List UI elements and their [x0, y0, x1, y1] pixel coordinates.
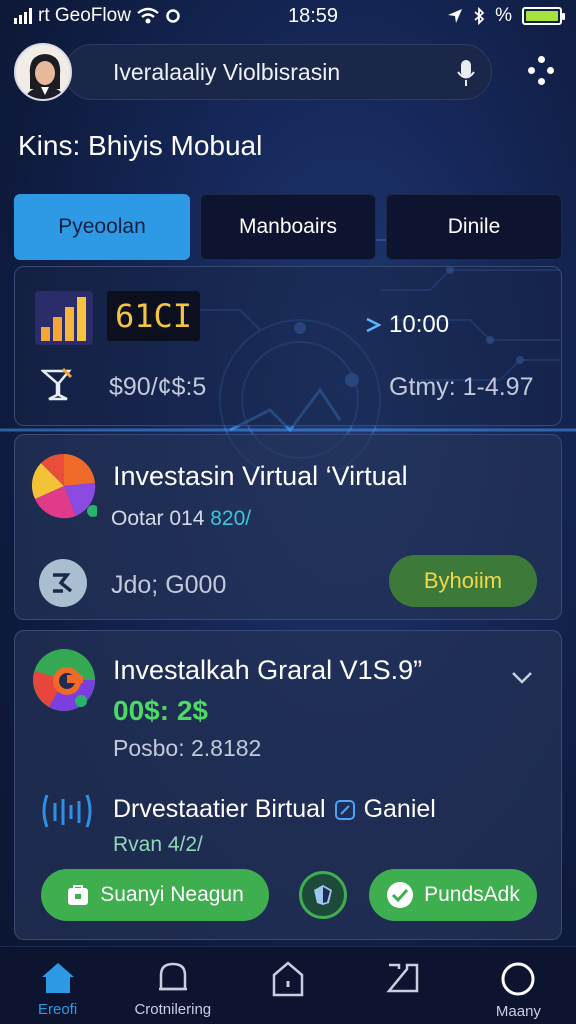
- card-amount: Jdo; G000: [111, 571, 227, 599]
- summary-card: 61CI 10:00 $90/¢$:5 Gtmy: 1-4.97: [14, 266, 562, 426]
- house-outline-icon: [272, 961, 304, 997]
- pundsadk-label: PundsAdk: [424, 883, 520, 906]
- bluetooth-icon: [474, 7, 485, 25]
- nav-item-home[interactable]: Ereofi: [0, 947, 115, 1024]
- suanyi-neagun-label: Suanyi Neagun: [100, 883, 244, 906]
- check-badge-icon: [387, 882, 414, 908]
- summary-time: 10:00: [389, 311, 450, 338]
- nav-item-money[interactable]: Maany: [461, 947, 576, 1024]
- tab-dinile[interactable]: Dinile: [386, 194, 562, 260]
- chevron-down-icon[interactable]: [511, 671, 533, 685]
- wifi-icon: [137, 7, 159, 24]
- home-icon: [41, 963, 74, 993]
- feature-title-a: Drvestaatier Birtual: [113, 795, 326, 823]
- play-icon[interactable]: [365, 317, 381, 333]
- clock: 18:59: [287, 4, 339, 27]
- summary-right-value: Gtmy: 1-4.97: [389, 373, 534, 401]
- status-bar: rt GeoFlow 18:59 %: [0, 0, 576, 32]
- tab-pyeoolan[interactable]: Pyeoolan: [14, 194, 190, 260]
- nav-label: Ereofi: [38, 1001, 78, 1018]
- more-options-icon[interactable]: [528, 56, 554, 86]
- battery-percent: %: [495, 5, 512, 26]
- investment-card-graral[interactable]: Investalkah Graral V1S.9” 00$: 2$ Posbo:…: [14, 630, 562, 940]
- avatar[interactable]: [14, 43, 72, 101]
- battery-icon: [522, 7, 565, 25]
- bottom-navigation: Ereofi Crotnilering Maany: [0, 946, 576, 1024]
- circle-icon: [501, 962, 535, 996]
- buy-button[interactable]: Byhoiim: [389, 555, 537, 607]
- feature-title-b: Ganiel: [363, 795, 436, 823]
- location-icon: [448, 9, 463, 23]
- pie-chart-icon: [31, 453, 97, 519]
- tab-bar: Pyeoolan Manboairs Dinile: [14, 194, 562, 260]
- investment-card-virtual[interactable]: Investasin Virtual ‘Virtual Ootar 014 82…: [14, 434, 562, 620]
- nav-item-house[interactable]: [230, 947, 345, 1024]
- card-title: Investasin Virtual ‘Virtual: [113, 461, 408, 491]
- mic-icon[interactable]: [457, 59, 475, 87]
- card-title: Investalkah Graral V1S.9”: [113, 655, 423, 685]
- shield-icon[interactable]: [299, 871, 347, 919]
- bell-icon: [158, 962, 187, 991]
- bar-chart-icon: [35, 291, 93, 345]
- nav-item-monitoring[interactable]: Crotnilering: [115, 947, 230, 1024]
- feature-title: Drvestaatier Birtual Ganiel: [113, 795, 436, 824]
- sync-icon: [166, 9, 180, 23]
- nav-item-square[interactable]: [346, 947, 461, 1024]
- suanyi-neagun-button[interactable]: Suanyi Neagun: [41, 869, 269, 921]
- search-row: Iveralaaliy Violbisrasin: [14, 42, 562, 102]
- signal-wave-icon: [42, 794, 92, 828]
- card-subtitle-highlight: 820/: [210, 507, 252, 530]
- swap-icon: [39, 559, 87, 607]
- edit-icon[interactable]: [334, 799, 356, 821]
- card-position: Posbo: 2.8182: [113, 735, 262, 761]
- card-subtitle-prefix: Ootar 014: [111, 507, 211, 530]
- tab-manboairs[interactable]: Manboairs: [200, 194, 376, 260]
- cocktail-icon: [41, 367, 73, 401]
- bag-icon: [68, 885, 89, 905]
- signal-icon: [14, 8, 32, 24]
- google-style-icon: [33, 649, 95, 711]
- page-title: Kins: Bhiyis Mobual: [18, 130, 263, 161]
- nav-label: Crotnilering: [134, 1001, 212, 1018]
- card-green-value: 00$: 2$: [113, 695, 208, 726]
- search-input[interactable]: Iveralaaliy Violbisrasin: [64, 44, 492, 100]
- feature-subtitle: Rvan 4/2/: [113, 833, 203, 856]
- nav-label: Maany: [495, 1003, 541, 1020]
- pundsadk-button[interactable]: PundsAdk: [369, 869, 537, 921]
- summary-amount: $90/¢$:5: [109, 373, 207, 401]
- bracket-square-icon: [386, 963, 419, 993]
- card-subtitle: Ootar 014 820/: [111, 507, 251, 531]
- display-value: 61CI: [107, 291, 201, 341]
- carrier-name: rt GeoFlow: [38, 5, 131, 26]
- search-input-value: Iveralaaliy Violbisrasin: [113, 58, 341, 85]
